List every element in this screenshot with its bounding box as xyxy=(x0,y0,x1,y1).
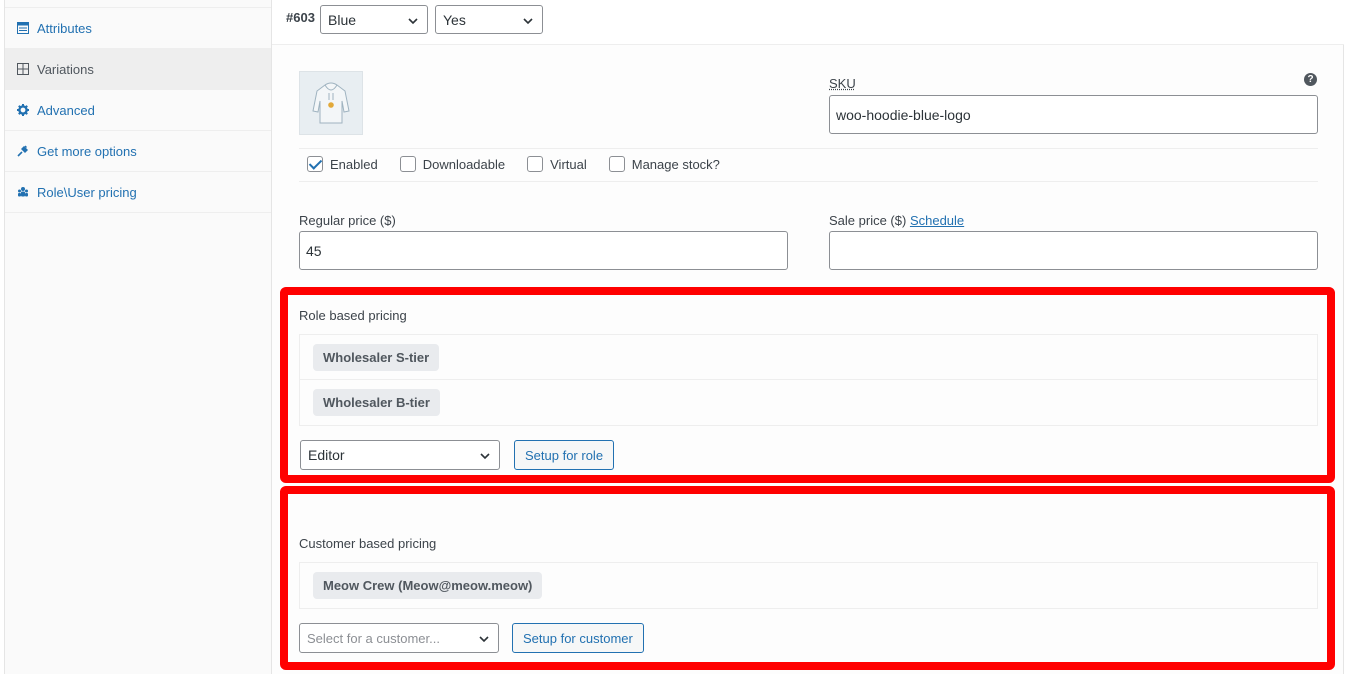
select-placeholder: Select for a customer... xyxy=(307,630,440,646)
setup-for-role-button[interactable]: Setup for role xyxy=(514,440,615,470)
sidebar-item-get-more-options[interactable]: Get more options xyxy=(5,131,271,172)
list-item: Meow Crew (Meow@meow.meow) xyxy=(300,563,1317,608)
checkbox-box[interactable] xyxy=(307,156,323,172)
customer-tag[interactable]: Meow Crew (Meow@meow.meow) xyxy=(313,572,543,599)
checkbox-label: Manage stock? xyxy=(631,156,720,172)
sidebar-item-advanced[interactable]: Advanced xyxy=(5,90,271,131)
sale-price-text: Sale price ($) xyxy=(829,213,907,228)
regular-price-input[interactable]: 45 xyxy=(299,231,788,270)
sidebar-item-label: Variations xyxy=(37,61,94,77)
list-item: Wholesaler B-tier xyxy=(300,380,1317,425)
customer-list: Meow Crew (Meow@meow.meow) xyxy=(299,562,1318,609)
sidebar-item-attributes[interactable]: Attributes xyxy=(5,8,271,49)
variation-image[interactable] xyxy=(299,71,363,135)
select-value: Yes xyxy=(443,11,466,28)
hoodie-image xyxy=(312,82,350,124)
sidebar-item-label: Attributes xyxy=(37,20,92,36)
select-value: Blue xyxy=(328,11,357,28)
sku-input[interactable]: woo-hoodie-blue-logo xyxy=(829,95,1318,134)
logo-attribute-select[interactable]: Yes xyxy=(435,5,543,34)
variation-header[interactable]: #603 Blue Yes xyxy=(272,0,1344,45)
variation-options: Enabled Downloadable Virtual Manage stoc… xyxy=(307,156,742,172)
chevron-down-icon xyxy=(478,632,490,648)
chevron-down-icon xyxy=(479,449,491,465)
product-data-tabs: Attributes Variations Advanced Get more … xyxy=(4,0,272,674)
variation-panel: #603 Blue Yes SKU ? woo-hoodie-blue-logo xyxy=(272,0,1344,674)
chevron-down-icon xyxy=(522,14,534,30)
checkbox-box[interactable] xyxy=(608,156,625,172)
sidebar-item-role-user-pricing[interactable]: Role\User pricing xyxy=(5,172,271,213)
role-list: Wholesaler S-tier Wholesaler B-tier xyxy=(299,334,1318,426)
checkbox-label: Virtual xyxy=(550,156,587,172)
checkbox-label: Enabled xyxy=(330,156,378,172)
gear-icon xyxy=(16,103,30,117)
sidebar-item-label: Advanced xyxy=(37,102,95,118)
select-value: Editor xyxy=(308,447,345,463)
role-select[interactable]: Editor xyxy=(300,440,500,470)
divider xyxy=(299,148,1318,149)
role-tag[interactable]: Wholesaler B-tier xyxy=(313,389,440,416)
sidebar-item-variations[interactable]: Variations xyxy=(5,49,271,90)
role-pricing-title: Role based pricing xyxy=(299,308,407,323)
schedule-link[interactable]: Schedule xyxy=(910,213,964,228)
enabled-checkbox[interactable]: Enabled xyxy=(307,156,378,172)
manage-stock-checkbox[interactable]: Manage stock? xyxy=(608,156,720,172)
sale-price-label: Sale price ($) Schedule xyxy=(829,213,964,228)
checkbox-box[interactable] xyxy=(399,156,416,172)
sku-label: SKU xyxy=(829,76,856,91)
setup-for-customer-button[interactable]: Setup for customer xyxy=(512,623,644,653)
checkbox-label: Downloadable xyxy=(422,156,506,172)
customer-pricing-title: Customer based pricing xyxy=(299,536,437,551)
regular-price-label: Regular price ($) xyxy=(299,213,396,228)
chevron-down-icon xyxy=(407,14,419,30)
sale-price-input[interactable] xyxy=(829,231,1318,270)
color-attribute-select[interactable]: Blue xyxy=(320,5,428,34)
help-icon[interactable]: ? xyxy=(1304,73,1317,86)
divider xyxy=(299,181,1318,182)
sidebar-item-label: Get more options xyxy=(37,143,137,159)
virtual-checkbox[interactable]: Virtual xyxy=(527,156,587,172)
customer-select[interactable]: Select for a customer... xyxy=(299,623,499,653)
role-tag[interactable]: Wholesaler S-tier xyxy=(313,343,440,371)
sidebar-item-label: Role\User pricing xyxy=(37,184,137,200)
plugin-icon xyxy=(16,144,30,158)
group-icon xyxy=(16,185,30,199)
variation-id: #603 xyxy=(286,10,315,25)
table-icon xyxy=(16,21,30,35)
grid-icon xyxy=(16,62,30,76)
list-item: Wholesaler S-tier xyxy=(300,335,1317,380)
checkbox-box[interactable] xyxy=(527,156,544,172)
sidebar-spacer xyxy=(5,0,271,8)
downloadable-checkbox[interactable]: Downloadable xyxy=(399,156,506,172)
